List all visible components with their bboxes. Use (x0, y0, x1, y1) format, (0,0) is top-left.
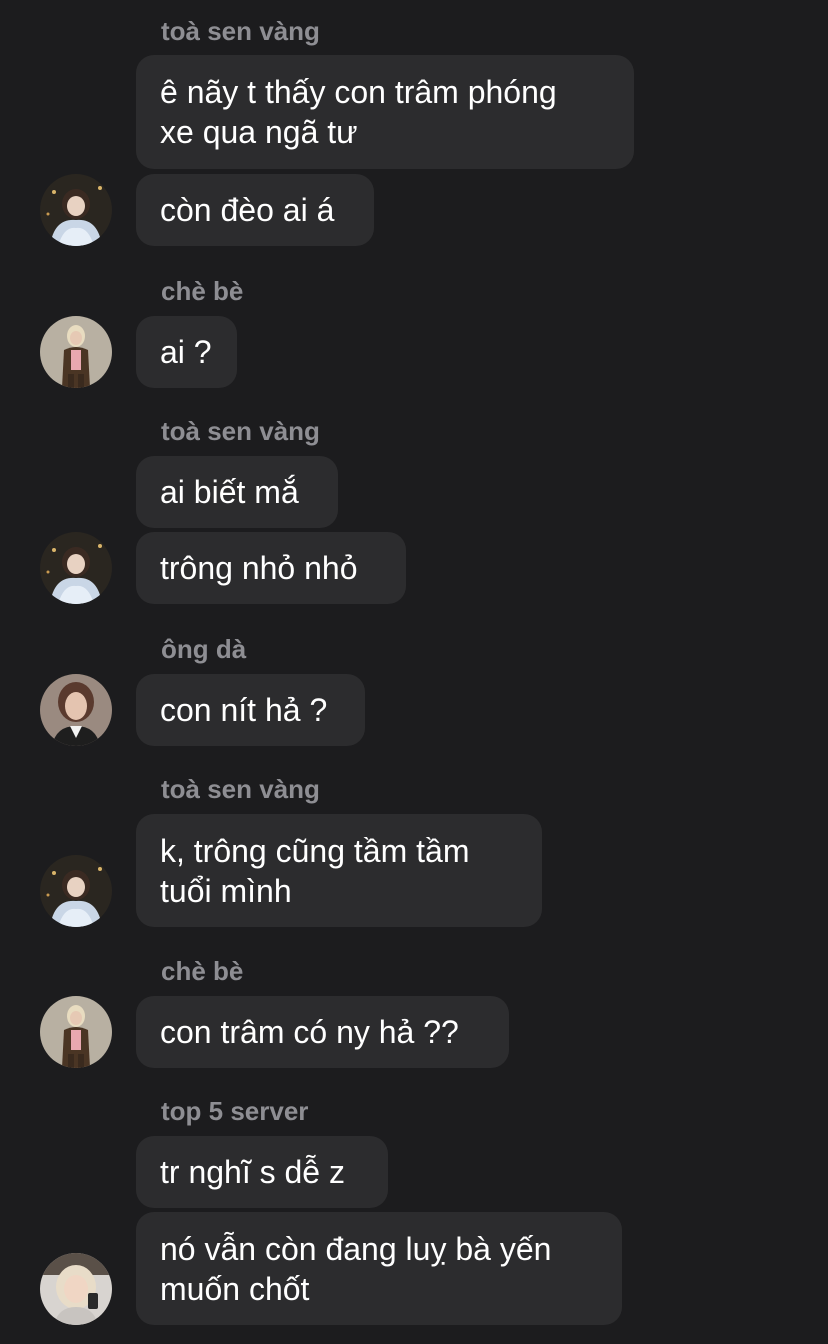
message-text: ai biết mắ (160, 474, 299, 510)
avatar-ong-da[interactable] (40, 674, 112, 746)
message-bubble[interactable]: nó vẫn còn đang luỵ bà yến muốn chốt (136, 1212, 622, 1325)
message-text: còn đèo ai á (160, 192, 335, 228)
avatar-che-be[interactable] (40, 316, 112, 388)
sender-name: chè bè (161, 276, 244, 306)
sender-name: chè bè (161, 956, 244, 986)
message-text: tr nghĩ s dễ z (160, 1154, 345, 1190)
message-text: con nít hả ? (160, 692, 328, 728)
sender-name: top 5 server (161, 1096, 309, 1126)
message-bubble[interactable]: con nít hả ? (136, 674, 365, 746)
sender-name: toà sen vàng (161, 416, 320, 446)
sender-name: ông dà (161, 634, 247, 664)
message-bubble[interactable]: ai ? (136, 316, 237, 388)
message-bubble[interactable]: ai biết mắ (136, 456, 338, 528)
sender-name: toà sen vàng (161, 774, 320, 804)
message-text: con trâm có ny hả ?? (160, 1014, 459, 1050)
avatar-toa-sen-vang[interactable] (40, 174, 112, 246)
message-bubble[interactable]: tr nghĩ s dễ z (136, 1136, 388, 1208)
message-text: k, trông cũng tầm tầm tuổi mình (160, 832, 470, 909)
message-bubble[interactable]: còn đèo ai á (136, 174, 374, 246)
avatar-top-5-server[interactable] (40, 1253, 112, 1325)
message-text: ai ? (160, 334, 212, 370)
message-text: ê nãy t thấy con trâm phóng xe qua ngã t… (160, 74, 557, 150)
message-bubble[interactable]: ê nãy t thấy con trâm phóng xe qua ngã t… (136, 55, 634, 169)
message-bubble[interactable]: trông nhỏ nhỏ (136, 532, 406, 604)
avatar-che-be[interactable] (40, 996, 112, 1068)
message-text: nó vẫn còn đang luỵ bà yến muốn chốt (160, 1230, 552, 1307)
message-text: trông nhỏ nhỏ (160, 550, 358, 586)
message-bubble[interactable]: k, trông cũng tầm tầm tuổi mình (136, 814, 542, 927)
message-bubble[interactable]: con trâm có ny hả ?? (136, 996, 509, 1068)
avatar-toa-sen-vang[interactable] (40, 855, 112, 927)
avatar-toa-sen-vang[interactable] (40, 532, 112, 604)
sender-name: toà sen vàng (161, 16, 320, 46)
